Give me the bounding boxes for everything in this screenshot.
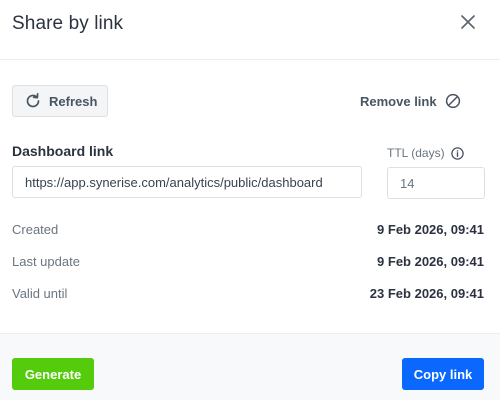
remove-link-label: Remove link — [360, 93, 437, 109]
refresh-button-label: Refresh — [49, 93, 98, 109]
valid-until-value: 23 Feb 2026, 09:41 — [369, 285, 484, 301]
refresh-icon — [21, 89, 45, 113]
created-label: Created — [12, 221, 59, 237]
created-row: Created 9 Feb 2026, 09:41 — [12, 219, 484, 239]
refresh-button[interactable]: Refresh — [12, 85, 108, 117]
share-by-link-modal: Share by link Refresh Remove link Dashbo… — [0, 0, 500, 400]
remove-link-button[interactable]: Remove link — [360, 88, 462, 114]
modal-title: Share by link — [12, 13, 124, 34]
copy-link-button[interactable]: Copy link — [402, 358, 484, 390]
ttl-input[interactable] — [387, 167, 485, 199]
created-value: 9 Feb 2026, 09:41 — [377, 221, 484, 237]
last-update-value: 9 Feb 2026, 09:41 — [377, 253, 484, 269]
info-icon[interactable] — [451, 146, 465, 160]
valid-until-row: Valid until 23 Feb 2026, 09:41 — [12, 283, 484, 303]
block-icon — [444, 92, 462, 110]
ttl-label: TTL (days) — [387, 146, 445, 160]
dashboard-link-label: Dashboard link — [12, 143, 114, 159]
close-icon — [461, 14, 475, 34]
modal-header: Share by link — [0, 0, 500, 60]
valid-until-label: Valid until — [12, 285, 68, 301]
last-update-row: Last update 9 Feb 2026, 09:41 — [12, 251, 484, 271]
last-update-label: Last update — [12, 253, 80, 269]
generate-button[interactable]: Generate — [12, 358, 94, 390]
ttl-label-group: TTL (days) — [387, 146, 465, 160]
dashboard-link-input[interactable] — [12, 166, 362, 198]
close-button[interactable] — [456, 12, 480, 36]
